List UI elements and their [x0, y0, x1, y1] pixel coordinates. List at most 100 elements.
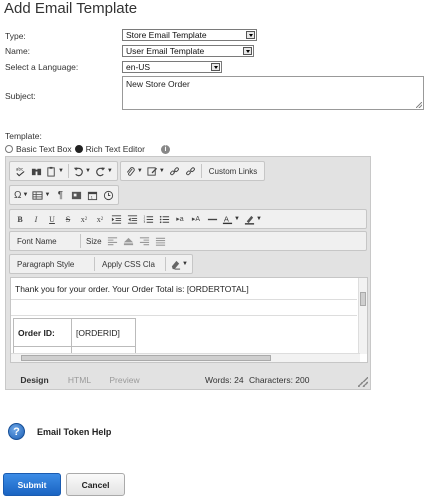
clock-icon[interactable]: [100, 187, 116, 203]
type-select-value: Store Email Template: [126, 30, 207, 40]
find-replace-icon[interactable]: [28, 163, 44, 179]
page-title: Add Email Template: [4, 0, 138, 17]
type-select[interactable]: Store Email Template: [122, 29, 257, 41]
spellcheck-icon[interactable]: abc: [12, 163, 28, 179]
table-row: Order ID: [ORDERID]: [13, 318, 136, 347]
font-name-select[interactable]: Font Name: [12, 233, 78, 249]
link-icon[interactable]: [167, 163, 183, 179]
tab-design[interactable]: Design: [12, 375, 57, 385]
apply-css-class-select[interactable]: Apply CSS Cla: [97, 256, 163, 272]
outdent-icon[interactable]: [108, 211, 124, 227]
custom-links-button[interactable]: Custom Links: [204, 163, 262, 179]
scroll-thumb[interactable]: [21, 355, 271, 361]
editor-content[interactable]: Thank you for your order. Your Order Tot…: [10, 277, 368, 363]
table-icon[interactable]: ▼: [30, 187, 52, 203]
basic-text-box-label: Basic Text Box: [16, 144, 72, 154]
ordered-list-icon[interactable]: 123: [140, 211, 156, 227]
image-icon[interactable]: [68, 187, 84, 203]
paragraph-style-select[interactable]: Paragraph Style: [12, 256, 92, 272]
toolbar-group-symbols: Ω ▼ ▼ ¶ 1: [9, 185, 120, 205]
toolbar-row-1: abc ▼ ▼ ▼ ▼ ▼ Custom Links: [9, 161, 267, 181]
language-select-value: en-US: [126, 62, 151, 72]
email-token-help-label: Email Token Help: [37, 426, 112, 437]
toolbar-row-5: Paragraph Style Apply CSS Cla ▼: [9, 254, 195, 274]
name-select[interactable]: User Email Template: [122, 45, 254, 57]
toolbar-group-font: Font Name Size: [9, 231, 367, 251]
italic-icon[interactable]: I: [28, 211, 44, 227]
svg-text:1: 1: [91, 195, 93, 199]
undo-icon[interactable]: ▼: [71, 163, 93, 179]
svg-text:abc: abc: [15, 166, 22, 171]
paragraph-icon[interactable]: ¶: [52, 187, 68, 203]
chevron-down-icon: [211, 63, 220, 71]
toolbar-group-insert: ▼ ▼ Custom Links: [119, 161, 266, 181]
toolbar-divider: [94, 257, 95, 271]
tab-html[interactable]: HTML: [57, 375, 102, 385]
bulleted-list-icon[interactable]: [156, 211, 172, 227]
align-left-icon[interactable]: [105, 233, 121, 249]
language-label: Select a Language:: [5, 62, 79, 72]
strikethrough-icon[interactable]: S: [60, 211, 76, 227]
info-icon[interactable]: i: [160, 144, 170, 154]
bold-icon[interactable]: B: [12, 211, 28, 227]
cancel-button[interactable]: Cancel: [66, 473, 125, 496]
align-right-icon[interactable]: [137, 233, 153, 249]
submit-button[interactable]: Submit: [3, 473, 61, 496]
resize-grip-icon[interactable]: [358, 377, 368, 387]
horizontal-rule-icon[interactable]: [204, 211, 220, 227]
character-count: Characters: 200: [249, 375, 310, 385]
eraser-icon[interactable]: ▼: [168, 256, 190, 272]
name-label: Name:: [5, 46, 31, 56]
edit-icon[interactable]: ▼: [145, 163, 167, 179]
text-direction-rtl-icon[interactable]: ▸A: [188, 211, 204, 227]
editor-mode-options: Basic Text Box Rich Text Editor i: [5, 143, 170, 155]
basic-text-box-radio[interactable]: [5, 145, 13, 153]
template-label: Template:: [5, 131, 42, 141]
unlink-icon[interactable]: [183, 163, 199, 179]
paste-icon[interactable]: ▼: [44, 163, 66, 179]
redo-icon[interactable]: ▼: [93, 163, 115, 179]
toolbar-row-2: Ω ▼ ▼ ¶ 1: [9, 185, 121, 205]
resize-grip-icon[interactable]: [416, 102, 422, 108]
rich-text-editor-radio[interactable]: [74, 145, 83, 153]
align-center-icon[interactable]: [121, 233, 137, 249]
calendar-icon[interactable]: 1: [84, 187, 100, 203]
vertical-scrollbar[interactable]: [358, 278, 367, 354]
toolbar-row-4: Font Name Size: [9, 231, 369, 251]
align-justify-icon[interactable]: [153, 233, 169, 249]
text-direction-ltr-icon[interactable]: ▸a: [172, 211, 188, 227]
svg-text:A: A: [224, 214, 229, 223]
attachment-icon[interactable]: ▼: [123, 163, 145, 179]
chevron-down-icon: [246, 31, 255, 39]
subscript-icon[interactable]: x2: [92, 211, 108, 227]
type-label: Type:: [5, 31, 26, 41]
chevron-down-icon: [243, 47, 252, 55]
toolbar-row-3: B I U S x2 x2 123 ▸a ▸A A ▼ ▼: [9, 209, 369, 229]
font-color-icon[interactable]: A ▼: [220, 211, 242, 227]
email-token-help[interactable]: ? Email Token Help: [8, 423, 111, 440]
scroll-thumb[interactable]: [360, 292, 366, 306]
indent-icon[interactable]: [124, 211, 140, 227]
rich-text-editor: abc ▼ ▼ ▼ ▼ ▼ Custom Links Ω ▼ ▼ ¶ 1 B I…: [5, 156, 371, 390]
help-icon: ?: [8, 423, 25, 440]
svg-text:3: 3: [143, 220, 145, 224]
name-select-value: User Email Template: [126, 46, 205, 56]
toolbar-group-spell: abc ▼ ▼ ▼: [9, 161, 118, 181]
font-size-select[interactable]: Size: [83, 233, 105, 249]
superscript-icon[interactable]: x2: [76, 211, 92, 227]
subject-label: Subject:: [5, 91, 36, 101]
subject-input-value: New Store Order: [126, 79, 190, 89]
content-first-line: Thank you for your order. Your Order Tot…: [15, 284, 249, 294]
horizontal-scrollbar[interactable]: [11, 353, 360, 362]
word-count: Words: 24: [205, 375, 244, 385]
content-divider: [11, 315, 357, 316]
underline-icon[interactable]: U: [44, 211, 60, 227]
toolbar-divider: [200, 164, 202, 178]
omega-icon[interactable]: Ω ▼: [12, 187, 30, 203]
subject-input[interactable]: New Store Order: [122, 76, 424, 110]
highlight-color-icon[interactable]: ▼: [242, 211, 264, 227]
table-cell-value: [ORDERID]: [71, 318, 136, 347]
language-select[interactable]: en-US: [122, 61, 222, 73]
toolbar-group-styles: Paragraph Style Apply CSS Cla ▼: [9, 254, 193, 274]
tab-preview[interactable]: Preview: [102, 375, 147, 385]
